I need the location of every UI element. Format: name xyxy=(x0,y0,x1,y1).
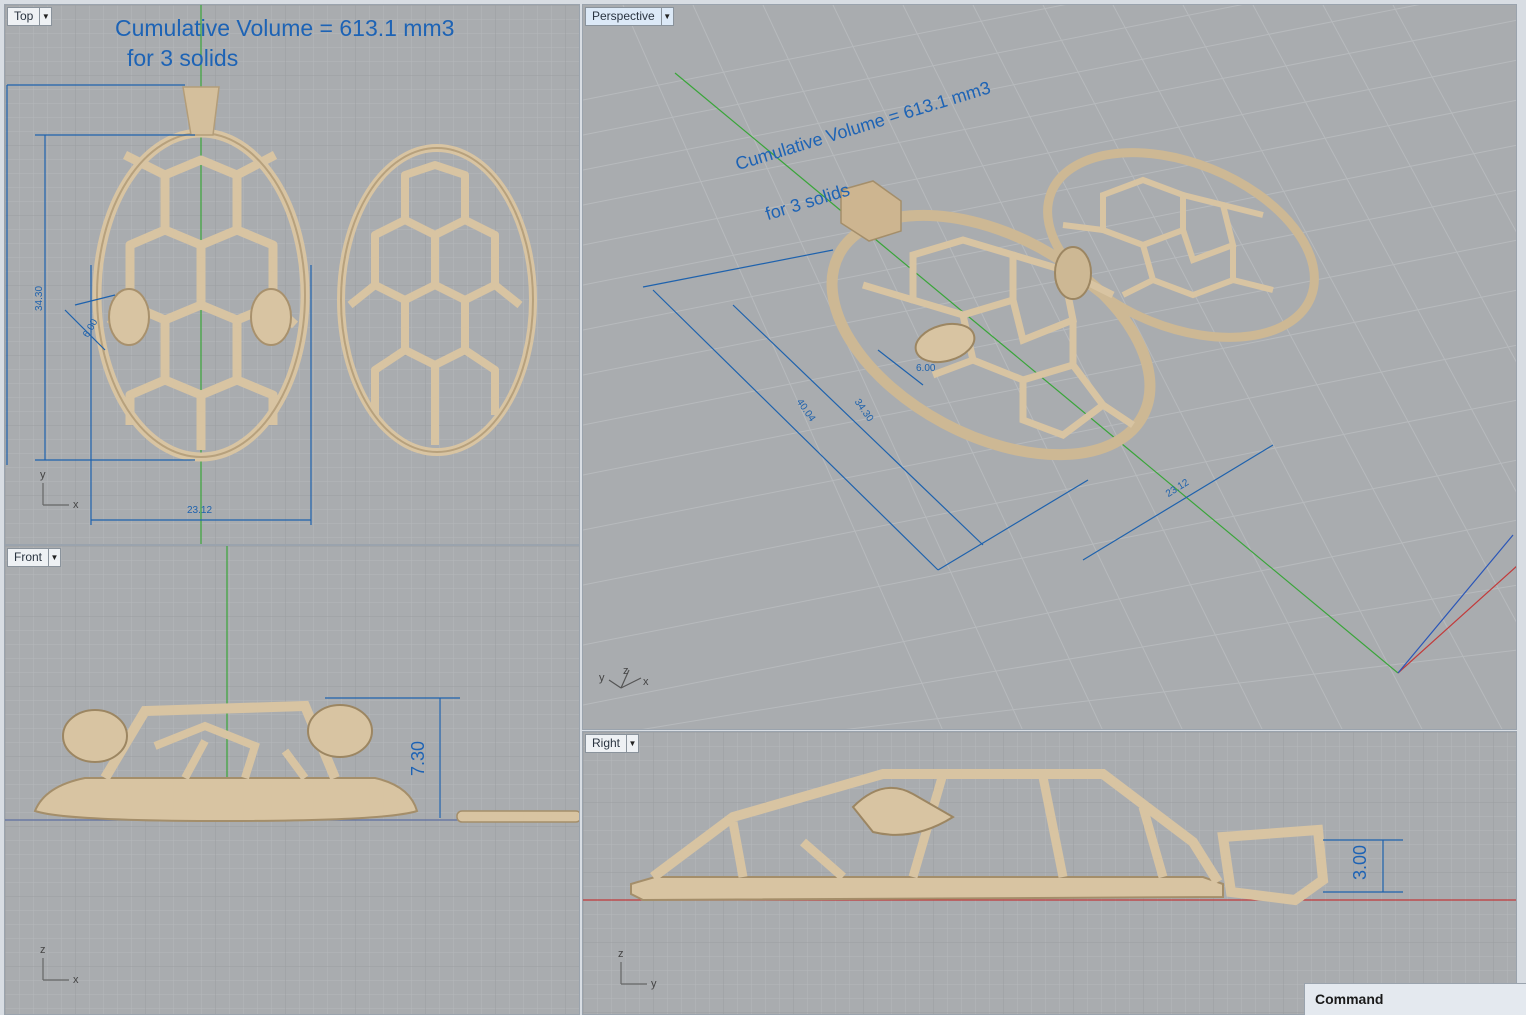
hinge-perspective xyxy=(1054,246,1092,300)
tab-right-label: Right xyxy=(592,736,621,750)
axis-z-label: z xyxy=(618,948,624,960)
axis-x-label: x xyxy=(643,676,649,688)
perspective-viewport-canvas xyxy=(583,5,1516,729)
chevron-down-icon[interactable]: ▼ xyxy=(48,549,60,566)
command-panel[interactable]: Command xyxy=(1304,983,1526,1015)
top-viewport-canvas xyxy=(5,5,579,544)
command-label: Command xyxy=(1315,991,1384,1007)
tab-perspective-label: Perspective xyxy=(592,9,655,23)
tab-right[interactable]: Right ▼ xyxy=(585,734,640,753)
axis-x-label: x xyxy=(73,499,79,511)
tab-front-label: Front xyxy=(14,550,43,564)
right-viewport-canvas xyxy=(583,732,1516,1014)
eye-left xyxy=(108,288,150,346)
viewport-top[interactable]: Top ▼ Cumulative Volume = 613.1 mm3 for … xyxy=(4,4,580,545)
axis-y-label: y xyxy=(651,978,657,990)
viewport-perspective[interactable]: Perspective ▼ Cumulative Volume = 613.1 … xyxy=(582,4,1517,730)
dim-height-label: 3.00 xyxy=(1350,844,1371,881)
tab-perspective[interactable]: Perspective ▼ xyxy=(585,7,674,26)
axis-z-label: z xyxy=(40,944,46,956)
viewport-right[interactable]: Right ▼ 3.00 z y xyxy=(582,731,1517,1015)
chevron-down-icon[interactable]: ▼ xyxy=(39,8,51,25)
dim-height-label: 34.30 xyxy=(34,285,46,312)
tab-top[interactable]: Top ▼ xyxy=(7,7,53,26)
viewport-front[interactable]: Front ▼ 7.30 z x xyxy=(4,545,580,1015)
volume-text-line2: for 3 solids xyxy=(127,45,239,71)
chevron-down-icon[interactable]: ▼ xyxy=(660,8,673,25)
dim-width-label: 23.12 xyxy=(187,505,213,516)
front-viewport-canvas xyxy=(5,546,579,1014)
volume-text-line1: Cumulative Volume = 613.1 mm3 xyxy=(115,15,455,41)
axis-y-label: y xyxy=(599,672,605,684)
lid-edge-front xyxy=(456,810,579,823)
perspective-grid xyxy=(583,5,1516,729)
axis-z-label: z xyxy=(623,665,629,677)
eye-right xyxy=(250,288,292,346)
dim-height-label: 7.30 xyxy=(408,740,429,777)
tab-top-label: Top xyxy=(14,9,34,23)
axis-x-label: x xyxy=(73,974,79,986)
perspective-dimension-lines xyxy=(642,249,1274,571)
axis-y-label: y xyxy=(40,469,46,481)
dim-small-label: 6.00 xyxy=(916,363,936,374)
chevron-down-icon[interactable]: ▼ xyxy=(626,735,638,752)
tab-front[interactable]: Front ▼ xyxy=(7,548,62,567)
